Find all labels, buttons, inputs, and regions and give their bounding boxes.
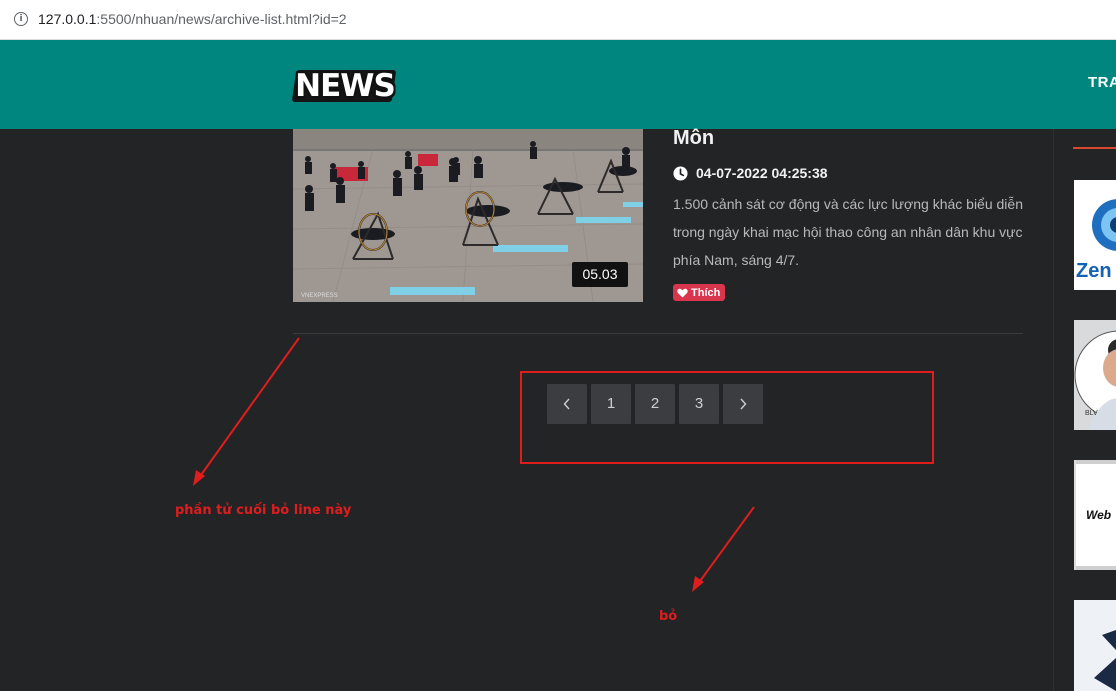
like-button[interactable]: Thích [673, 284, 726, 301]
video-duration-badge: 05.03 [572, 262, 628, 287]
annotation-left-note: phần tử cuối bỏ line này [175, 503, 352, 518]
sidebar-thumb-2[interactable]: BLV [1074, 320, 1116, 430]
arrow-line-bottom [694, 506, 755, 589]
sidebar-thumb-1[interactable]: Zen [1074, 180, 1116, 290]
sidebar-thumb-3[interactable]: Web [1074, 460, 1116, 570]
like-label: Thích [691, 286, 721, 299]
svg-text:VNEXPRESS: VNEXPRESS [301, 293, 338, 299]
url-field[interactable]: 127.0.0.1:5500/nhuan/news/archive-list.h… [38, 11, 347, 27]
heart-icon [677, 288, 688, 298]
annotation-box [520, 371, 934, 464]
arrow-line-left [195, 337, 300, 483]
sidebar-thumb-3-text: Web [1086, 508, 1112, 522]
logo-text: NEWS [295, 68, 396, 104]
article-excerpt: 1.500 cảnh sát cơ động và các lực lượng … [673, 196, 1023, 268]
url-path: :5500/nhuan/news/archive-list.html?id=2 [96, 11, 347, 27]
arrow-head-left [193, 470, 205, 486]
annotation-bottom-note: bỏ [659, 609, 678, 624]
article-meta: 04-07-2022 04:25:38 [673, 165, 828, 181]
sidebar-thumb-2-text: BLV [1085, 410, 1098, 417]
info-icon[interactable]: i [14, 12, 28, 26]
article-thumbnail[interactable]: VNEXPRESS 05.03 [293, 129, 643, 302]
sidebar-divider [1053, 129, 1054, 691]
clock-icon [673, 165, 688, 181]
article-divider [293, 333, 1023, 334]
sidebar-thumb-1-text: Zen [1076, 260, 1112, 282]
article-title[interactable]: Môn [673, 127, 714, 150]
url-host: 127.0.0.1 [38, 11, 97, 27]
browser-address-bar[interactable]: i 127.0.0.1:5500/nhuan/news/archive-list… [0, 0, 1116, 40]
sidebar-heading-underline [1073, 147, 1116, 149]
site-logo[interactable]: NEWS [291, 66, 398, 106]
site-header [0, 40, 1116, 129]
sidebar-thumb-4-image [1074, 600, 1116, 691]
sidebar-thumb-4[interactable] [1074, 600, 1116, 691]
article-date: 04-07-2022 04:25:38 [696, 165, 828, 181]
nav-item-home[interactable]: TRA [1088, 74, 1116, 91]
arrow-head-bottom [692, 576, 704, 592]
sidebar-heading [1075, 114, 1116, 128]
